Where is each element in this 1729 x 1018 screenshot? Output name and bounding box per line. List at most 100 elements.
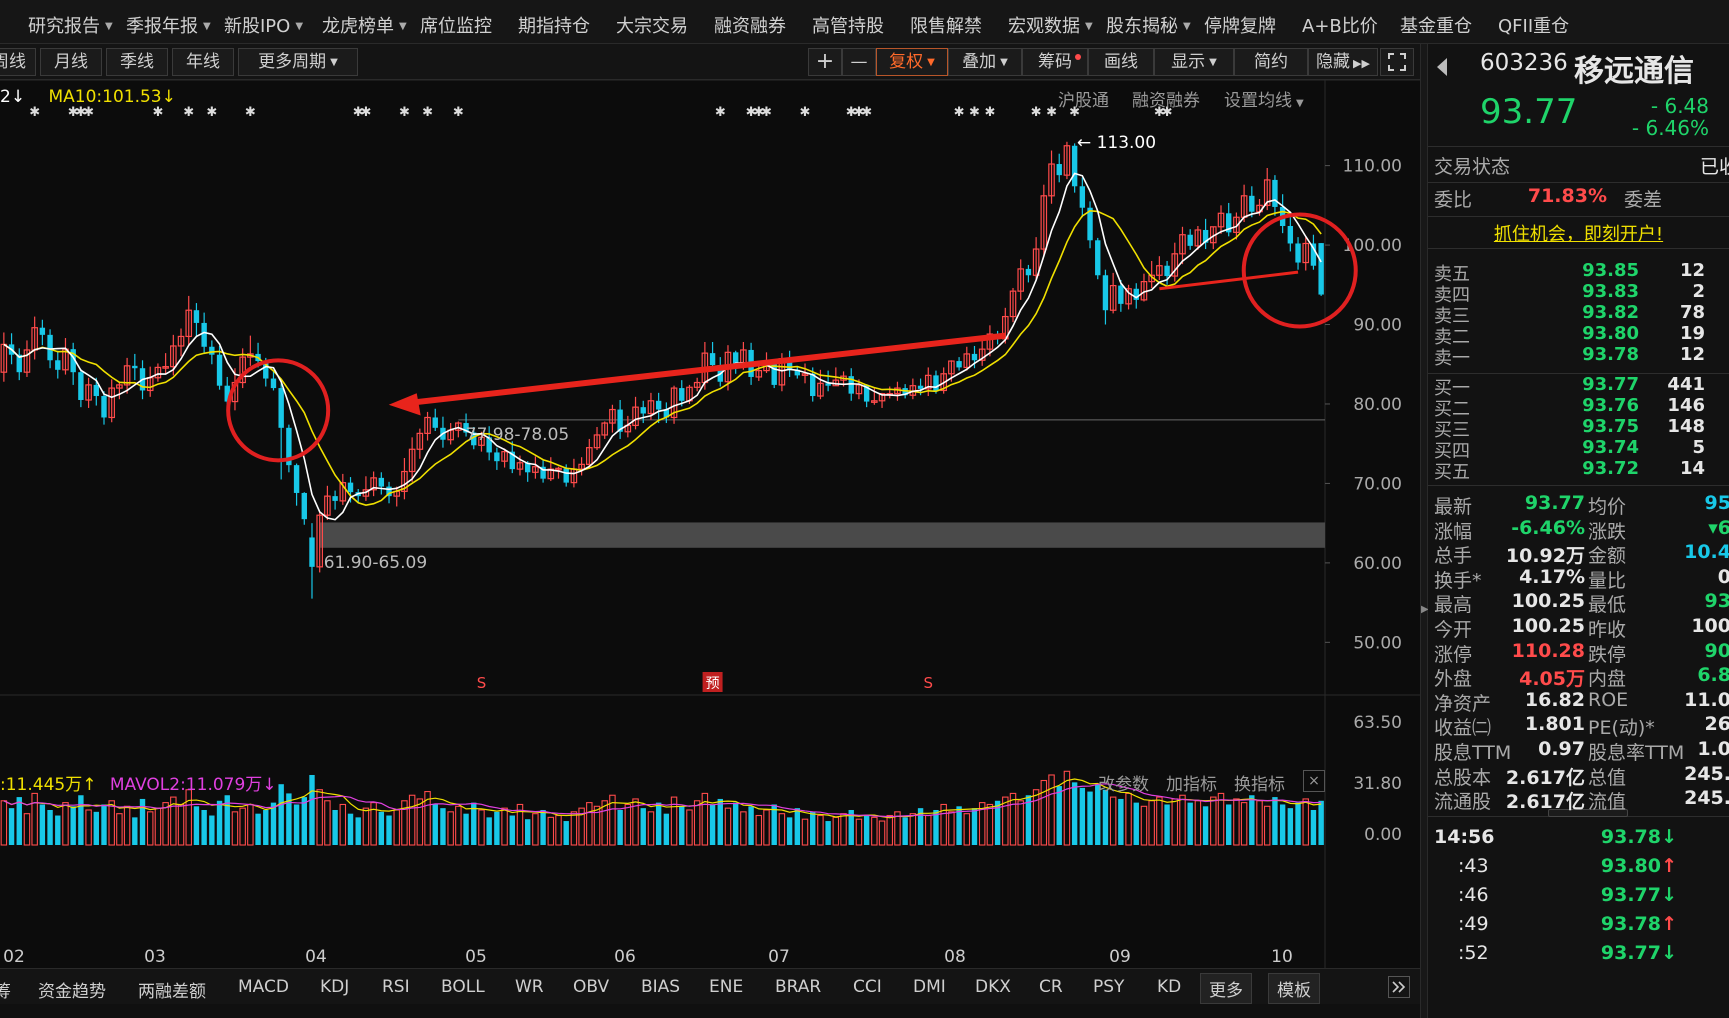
tab-kdj[interactable]: KDJ	[320, 977, 349, 997]
switch-indicator-link[interactable]: 换指标	[1234, 770, 1285, 795]
tab-fund-trend[interactable]: 资金趋势	[38, 977, 106, 1002]
nav-dragon-tiger[interactable]: 龙虎榜单 ▼	[322, 12, 407, 38]
stat-label: 最新	[1434, 496, 1473, 518]
open-account-promo[interactable]: 抓住机会，即刻开户!	[1428, 220, 1729, 246]
bid-level[interactable]: 买三 93.75 148	[1428, 416, 1729, 441]
nav-macro-data[interactable]: 宏观数据 ▼	[1008, 12, 1093, 38]
tab-wr[interactable]: WR	[515, 977, 544, 997]
stat-label: 流通股	[1434, 791, 1492, 814]
simple-mode-button[interactable]: 简约	[1234, 48, 1308, 76]
tab-rsi[interactable]: RSI	[382, 977, 410, 997]
ask-level[interactable]: 卖五 93.85 12	[1428, 260, 1729, 285]
nav-new-ipo[interactable]: 新股IPO ▼	[224, 12, 303, 38]
tab-cci[interactable]: CCI	[853, 977, 882, 997]
period-week-button[interactable]: 周线	[0, 48, 36, 76]
tab-kd[interactable]: KD	[1157, 977, 1181, 997]
volume-bar	[1079, 787, 1086, 845]
support-range-label: 77.98-78.05	[466, 425, 569, 445]
bid-level[interactable]: 买一 93.77 441	[1428, 374, 1729, 399]
template-button[interactable]: 模板	[1268, 973, 1320, 1004]
level-volume: 14	[1679, 458, 1705, 479]
stat-value: 100.25	[1511, 615, 1585, 637]
tab-chou[interactable]: 筹	[0, 977, 11, 1002]
more-indicators-button[interactable]: 更多	[1200, 973, 1252, 1004]
draw-line-button[interactable]: 画线	[1088, 48, 1154, 76]
tab-boll[interactable]: BOLL	[441, 977, 485, 997]
period-month-button[interactable]: 月线	[40, 48, 102, 76]
stat-value: 1.0	[1697, 738, 1729, 760]
change-params-link[interactable]: 改参数	[1098, 770, 1149, 795]
stat-value: 0	[1717, 565, 1729, 588]
ma-settings-link[interactable]: 设置均线 ▼	[1224, 86, 1304, 111]
close-icon[interactable]: ×	[1303, 770, 1325, 792]
tab-macd[interactable]: MACD	[238, 977, 289, 997]
fuquan-button[interactable]: 复权 ▼	[876, 48, 948, 76]
tab-obv[interactable]: OBV	[573, 977, 609, 997]
zoom-out-button[interactable]: —	[842, 48, 876, 76]
volume-bar	[31, 792, 38, 846]
ma10-value: MA10:101.53	[48, 87, 162, 107]
panel-splitter[interactable]: ▶	[1420, 44, 1429, 1018]
zoom-in-button[interactable]: +	[808, 48, 842, 76]
nav-lockup-release[interactable]: 限售解禁	[910, 12, 982, 38]
tab-cr[interactable]: CR	[1039, 977, 1063, 997]
ask-level[interactable]: 卖四 93.83 2	[1428, 281, 1729, 306]
volume-bar	[679, 806, 685, 845]
tab-dkx[interactable]: DKX	[975, 977, 1011, 997]
volume-bar	[886, 814, 893, 846]
stat-label: 涨幅	[1434, 520, 1473, 543]
volume-bar	[355, 817, 361, 845]
volume-bar	[748, 806, 754, 845]
nav-ab-compare[interactable]: A+B比价	[1302, 12, 1378, 38]
tab-dmi[interactable]: DMI	[913, 977, 946, 997]
bid-level[interactable]: 买五 93.72 14	[1428, 458, 1729, 483]
nav-block-trade[interactable]: 大宗交易	[616, 12, 688, 38]
overlay-button[interactable]: 叠加 ▼	[948, 48, 1022, 76]
period-year-button[interactable]: 年线	[172, 48, 234, 76]
nav-shareholder[interactable]: 股东揭秘 ▼	[1106, 12, 1191, 38]
candle-body	[1295, 243, 1301, 263]
volume-bar	[1194, 800, 1202, 846]
tab-bias[interactable]: BIAS	[641, 977, 680, 997]
rzrq-link[interactable]: 融资融券	[1132, 86, 1200, 111]
hide-button[interactable]: 隐藏 ▶▶	[1308, 48, 1378, 76]
tab-psy[interactable]: PSY	[1093, 977, 1124, 997]
bid-level[interactable]: 买二 93.76 146	[1428, 395, 1729, 420]
nav-exec-holdings[interactable]: 高管持股	[812, 12, 884, 38]
chart-area[interactable]: 110.00 10 0.00 90.00 80.00 70.00 60.00 50.00 ← 1…	[0, 80, 1420, 968]
hgt-link[interactable]: 沪股通	[1058, 86, 1109, 111]
chip-button[interactable]: 筹码	[1022, 48, 1088, 76]
tab-margin-diff[interactable]: 两融差额	[138, 977, 206, 1002]
caret-down-icon: ▼	[330, 57, 338, 68]
volume-bar	[332, 809, 338, 845]
nav-futures-position[interactable]: 期指持仓	[518, 12, 590, 38]
expand-button[interactable]	[1380, 48, 1414, 76]
tab-ene[interactable]: ENE	[709, 977, 743, 997]
ask-level[interactable]: 卖一 93.78 12	[1428, 344, 1729, 369]
tab-brar[interactable]: BRAR	[775, 977, 821, 997]
period-quarter-button[interactable]: 季线	[106, 48, 168, 76]
back-arrow-icon[interactable]	[1436, 58, 1448, 76]
nav-suspension[interactable]: 停牌复牌	[1204, 12, 1276, 38]
nav-quarterly-report[interactable]: 季报年报 ▼	[126, 12, 211, 38]
candle-body	[39, 327, 46, 335]
nav-qfii[interactable]: QFII重仓	[1498, 12, 1569, 38]
add-indicator-link[interactable]: 加指标	[1166, 770, 1217, 795]
volume-bar	[724, 807, 732, 846]
display-button[interactable]: 显示 ▼	[1154, 48, 1234, 76]
nav-seat-monitor[interactable]: 席位监控	[420, 12, 492, 38]
bid-level[interactable]: 买四 93.74 5	[1428, 437, 1729, 462]
nav-margin-trading[interactable]: 融资融券	[714, 12, 786, 38]
volume-bar	[925, 814, 932, 846]
nav-research-report[interactable]: 研究报告 ▼	[28, 12, 113, 38]
ask-level[interactable]: 卖三 93.82 78	[1428, 302, 1729, 327]
stat-value: 10.4	[1684, 541, 1729, 564]
kline-chart[interactable]: 110.00 10 0.00 90.00 80.00 70.00 60.00 50.00 ← 1…	[0, 80, 1420, 968]
candle-body	[679, 388, 685, 401]
volume-bar	[85, 809, 92, 846]
nav-fund-holdings[interactable]: 基金重仓	[1400, 12, 1472, 38]
volume-bar	[93, 811, 99, 845]
ask-level[interactable]: 卖二 93.80 19	[1428, 323, 1729, 348]
double-chevron-right-icon[interactable]	[1388, 976, 1410, 998]
period-more-button[interactable]: 更多周期 ▼	[238, 48, 358, 76]
